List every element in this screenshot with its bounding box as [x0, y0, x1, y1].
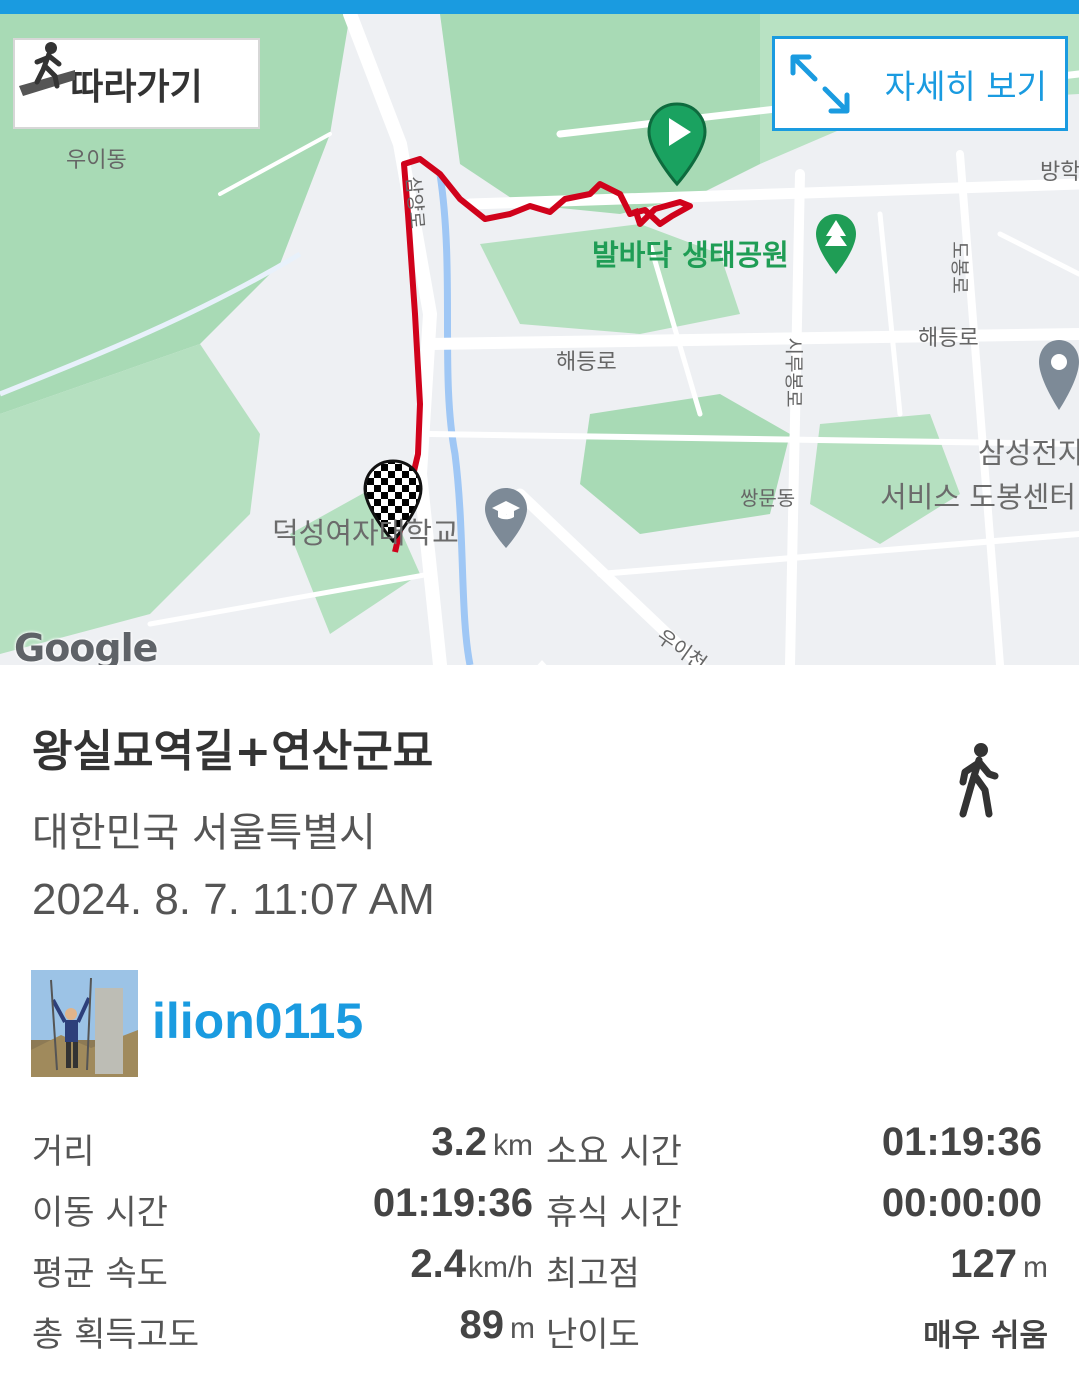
rest-time-value: 00:00:00 [881, 1181, 1042, 1225]
start-marker-icon[interactable] [645, 100, 709, 188]
view-detail-button[interactable]: 자세히 보기 [772, 36, 1068, 131]
map-pointer-caret [524, 660, 560, 665]
map-label-uidong: 우이동 [66, 148, 127, 173]
difficulty-value: 매우 쉬움 [923, 1318, 1048, 1354]
map-label-dobong: 도봉로 [948, 241, 971, 294]
max-elevation-value: 127 m [950, 1242, 1048, 1286]
expand-icon [790, 54, 850, 114]
track-title: 왕실묘역길+연산군묘 [32, 726, 434, 777]
place-pin-icon [1039, 340, 1079, 410]
map-label-ssangmundong: 쌍문동 [740, 486, 796, 510]
follow-button[interactable]: 따라가기 [13, 38, 260, 129]
map-label-samsung-1: 삼성전자 [978, 436, 1079, 470]
user-avatar[interactable] [31, 970, 138, 1077]
follow-label: 따라가기 [70, 66, 203, 108]
rest-time-label: 휴식 시간 [546, 1193, 682, 1233]
distance-value: 3.2 km [431, 1120, 533, 1164]
view-detail-label: 자세히 보기 [884, 66, 1047, 106]
duration-value: 01:19:36 [881, 1120, 1042, 1164]
walking-person-icon [959, 743, 999, 818]
map-label-samyangro: 삼양로 [401, 175, 428, 230]
avatar-photo [31, 970, 138, 1077]
google-attribution: Google [14, 626, 158, 665]
elevation-gain-value: 89 m [459, 1303, 536, 1347]
difficulty-label: 난이도 [546, 1315, 640, 1355]
school-pin-icon [485, 488, 527, 548]
hiker-follow-icon [19, 42, 75, 96]
map-label-banghak: 방학 [1040, 160, 1079, 185]
map-label-samsung-2: 서비스 도봉센터 [880, 480, 1076, 514]
distance-label: 거리 [32, 1132, 95, 1172]
route-map[interactable]: 우이동 삼양로 발바닥 생태공원 해등로 해등로 시루봉로 도봉로 쌍문동 덕성… [0, 14, 1079, 665]
map-label-haedeungro-1: 해등로 [556, 350, 617, 375]
track-location: 대한민국 서울특별시 [32, 810, 376, 856]
park-pin-icon [816, 214, 856, 274]
map-label-park: 발바닥 생태공원 [592, 238, 789, 272]
top-accent-bar [0, 0, 1079, 14]
track-datetime: 2024. 8. 7. 11:07 AM [32, 875, 435, 924]
map-label-sirubong: 시루봉로 [782, 337, 805, 408]
moving-time-label: 이동 시간 [32, 1193, 168, 1233]
avg-speed-value: 2.4km/h [410, 1242, 533, 1286]
elevation-gain-label: 총 획득고도 [32, 1315, 200, 1355]
moving-time-value: 01:19:36 [372, 1181, 533, 1225]
duration-label: 소요 시간 [546, 1132, 682, 1172]
avg-speed-label: 평균 속도 [32, 1254, 168, 1294]
max-elevation-label: 최고점 [546, 1254, 640, 1294]
map-label-haedeungro-2: 해등로 [918, 326, 979, 351]
username-link[interactable]: ilion0115 [152, 992, 363, 1050]
map-label-university: 덕성여자대학교 [272, 516, 459, 550]
